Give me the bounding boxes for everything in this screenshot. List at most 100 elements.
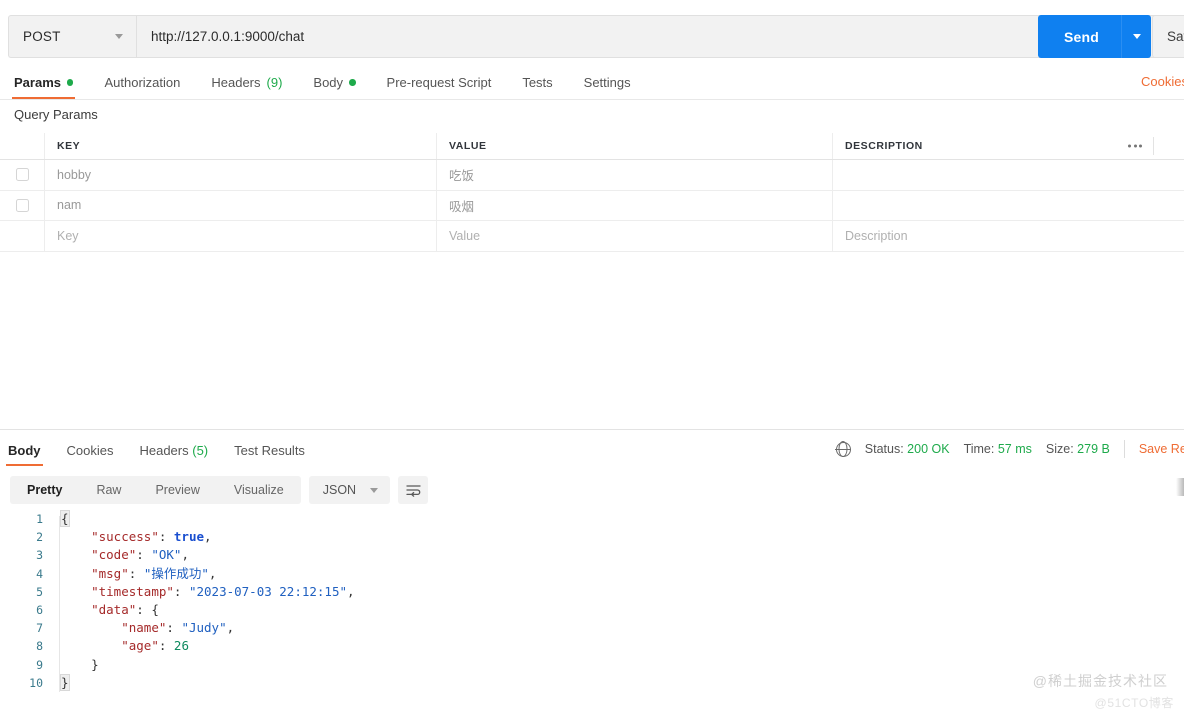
- code-token: ,: [181, 547, 189, 563]
- code-token: "OK": [151, 547, 182, 563]
- tab-body[interactable]: Body: [313, 75, 356, 99]
- meta-divider: [1123, 440, 1125, 458]
- request-tab-bar: Params Authorization Headers (9) Body Pr…: [0, 68, 1184, 99]
- row-value[interactable]: 吸烟: [437, 190, 833, 220]
- more-options-icon[interactable]: [1128, 144, 1142, 148]
- code-token: "操作成功": [143, 565, 209, 581]
- tab-label: Headers: [211, 75, 261, 90]
- code-token: {: [60, 510, 70, 527]
- header-description: DESCRIPTION B: [833, 133, 1184, 159]
- http-method-select[interactable]: POST: [8, 15, 136, 58]
- row-checkbox[interactable]: [15, 168, 29, 182]
- code-token: :: [128, 565, 144, 581]
- line-number: 10: [29, 675, 43, 690]
- save-response-button[interactable]: Save Resp: [1139, 442, 1184, 456]
- row-checkbox[interactable]: [15, 198, 29, 212]
- row-description[interactable]: [833, 160, 1184, 190]
- new-value-input[interactable]: Value: [437, 221, 833, 251]
- line-number: 2: [36, 530, 43, 545]
- code-line: 8 "age": 26: [0, 637, 1184, 655]
- response-meta-bar: Status: 200 OK Time: 57 ms Size: 279 B S…: [835, 440, 1184, 458]
- row-checkbox-cell: [0, 160, 45, 190]
- tab-label: Authorization: [104, 75, 181, 90]
- status-label: Status:: [864, 442, 904, 456]
- tab-label: Pre-request Script: [386, 75, 492, 90]
- tab-divider: [0, 99, 1184, 100]
- code-token: "code": [91, 547, 137, 563]
- tab-settings[interactable]: Settings: [584, 75, 631, 99]
- tab-count: (9): [266, 75, 283, 90]
- response-tab-count: (5): [192, 443, 209, 458]
- viewer-mode-group: Pretty Raw Preview Visualize: [10, 476, 301, 504]
- tab-label: Settings: [583, 75, 631, 90]
- code-line: 2 "success": true,: [0, 528, 1184, 546]
- row-description[interactable]: [833, 191, 1184, 221]
- response-tab-cookies[interactable]: Cookies: [67, 443, 114, 466]
- send-options-button[interactable]: [1121, 15, 1152, 58]
- code-token: :: [158, 638, 174, 654]
- viewer-mode-visualize[interactable]: Visualize: [217, 476, 301, 504]
- code-line-text: {: [52, 510, 70, 528]
- tab-pre-request-script[interactable]: Pre-request Script: [387, 75, 492, 99]
- tab-authorization[interactable]: Authorization: [104, 75, 180, 99]
- query-params-table: KEY VALUE DESCRIPTION B hobby 吃饭 nam 吸烟: [0, 133, 1184, 252]
- word-wrap-button[interactable]: [398, 476, 429, 504]
- viewer-mode-raw[interactable]: Raw: [79, 476, 138, 504]
- viewer-mode-preview[interactable]: Preview: [138, 476, 216, 504]
- header-description-label: DESCRIPTION: [845, 140, 923, 152]
- code-token: "Judy": [181, 620, 227, 636]
- code-line-text: "timestamp": "2023-07-03 22:12:15",: [52, 583, 354, 601]
- code-token: "age": [121, 638, 159, 654]
- send-button-group: Send: [1038, 15, 1152, 58]
- code-token: :: [136, 601, 152, 617]
- table-row[interactable]: nam 吸烟: [0, 190, 1184, 221]
- table-row[interactable]: hobby 吃饭: [0, 160, 1184, 191]
- response-tab-label: Headers: [139, 443, 189, 458]
- cookies-link[interactable]: Cookies: [1141, 74, 1184, 89]
- code-line: 5 "timestamp": "2023-07-03 22:12:15",: [0, 583, 1184, 601]
- line-number: 9: [36, 657, 43, 672]
- response-body-code[interactable]: 1{2 "success": true, 3 "code": "OK", 4 "ms…: [0, 510, 1184, 715]
- row-key[interactable]: hobby: [45, 160, 437, 190]
- watermark-secondary: @51CTO博客: [1094, 696, 1174, 710]
- response-tab-headers[interactable]: Headers (5): [139, 443, 208, 466]
- code-line-text: }: [52, 656, 99, 674]
- code-token: "success": [91, 529, 159, 545]
- new-description-input[interactable]: Description: [833, 221, 1184, 251]
- code-line: 3 "code": "OK",: [0, 546, 1184, 564]
- response-format-label: JSON: [322, 483, 357, 497]
- tab-headers[interactable]: Headers (9): [211, 75, 282, 99]
- save-request-button[interactable]: Save: [1152, 15, 1184, 58]
- globe-icon: [835, 441, 852, 457]
- response-tab-test-results[interactable]: Test Results: [234, 443, 305, 466]
- time-label: Time:: [963, 442, 995, 456]
- row-value[interactable]: 吃饭: [437, 160, 833, 190]
- tab-params[interactable]: Params: [11, 75, 76, 99]
- header-key: KEY: [45, 133, 437, 159]
- header-value: VALUE: [437, 133, 833, 159]
- viewer-mode-pretty[interactable]: Pretty: [10, 476, 79, 504]
- code-token: true: [173, 529, 205, 545]
- code-line: 9 }: [0, 656, 1184, 674]
- code-line-text: }: [52, 673, 70, 692]
- modified-dot-icon: [66, 79, 74, 86]
- response-tab-body[interactable]: Body: [6, 443, 42, 466]
- copy-icon[interactable]: [1176, 478, 1184, 496]
- code-token: "timestamp": [91, 583, 174, 599]
- chevron-down-icon: [1132, 34, 1141, 39]
- table-row-new[interactable]: Key Value Description: [0, 221, 1184, 252]
- code-token: :: [158, 529, 174, 545]
- row-checkbox-cell: [0, 221, 45, 251]
- query-params-title: Query Params: [14, 107, 98, 122]
- request-url-input[interactable]: http://127.0.0.1:9000/chat: [136, 15, 1176, 58]
- response-format-select[interactable]: JSON: [308, 476, 391, 504]
- row-key[interactable]: nam: [45, 190, 437, 220]
- tab-tests[interactable]: Tests: [522, 75, 552, 99]
- send-button[interactable]: Send: [1038, 15, 1122, 58]
- code-token: ,: [204, 529, 212, 545]
- new-key-input[interactable]: Key: [45, 221, 437, 251]
